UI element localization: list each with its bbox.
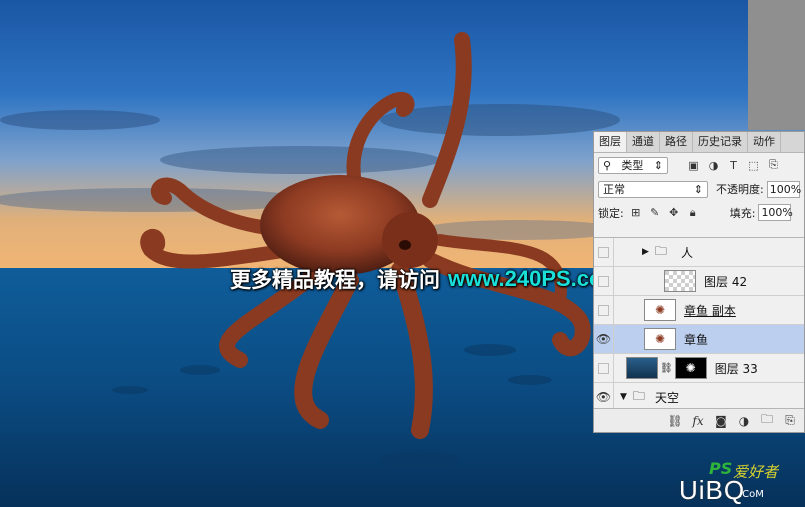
blend-mode-label: 正常 [603, 183, 625, 196]
promo-banner: 更多精品教程，请访问 www.240PS.com [230, 262, 622, 296]
panel-bottom-bar: ⛓ fx ◙ ◑ 🗀 ⎘ [594, 408, 804, 432]
mask-shape-icon: ✺ [685, 361, 696, 375]
tab-channels[interactable]: 通道 [627, 132, 660, 152]
layer-thumbnail [664, 270, 696, 292]
blend-mode-select[interactable]: 正常 ⇕ [598, 180, 708, 198]
octopus-thumb-icon: ✺ [654, 332, 666, 346]
image-filter-icon[interactable]: ▣ [686, 158, 701, 173]
layer-name: 章鱼 副本 [684, 303, 736, 318]
canvas-gray-edge [748, 0, 805, 130]
octopus-thumb-icon: ✺ [654, 303, 666, 317]
smart-object-filter-icon[interactable]: ⎘ [766, 158, 781, 173]
fill-input[interactable]: 100% [758, 204, 793, 221]
layer-name: 章鱼 [684, 332, 709, 347]
chevron-updown-icon: ⇕ [693, 182, 703, 196]
visibility-toggle[interactable] [594, 354, 614, 382]
hidden-box-icon [598, 362, 609, 374]
new-group-icon[interactable]: 🗀 [759, 412, 775, 429]
visibility-toggle[interactable]: 👁︎ [594, 383, 614, 410]
lock-all-icon[interactable]: 🔒︎ [686, 206, 700, 220]
watermark: PS 爱好者 UiBQ .CoM [639, 459, 799, 505]
eye-icon: 👁︎ [595, 390, 612, 404]
fx-icon[interactable]: fx [690, 413, 706, 429]
visibility-toggle[interactable] [594, 238, 614, 266]
blend-row: 正常 ⇕ 不透明度: 100% [594, 177, 804, 201]
folder-icon: 🗀 [654, 243, 667, 258]
watermark-brand: UiBQ [679, 475, 746, 505]
layer-row-person-group[interactable]: ▶ 🗀 人 [594, 238, 804, 267]
filter-row: ⚲ 类型 ⇕ ▣ ◑ T ⬚ ⎘ [594, 153, 804, 177]
lock-row: 锁定: ⊞ ✎ ✥ 🔒︎ 填充: 100% [594, 201, 804, 224]
tab-history[interactable]: 历史记录 [693, 132, 748, 152]
visibility-toggle[interactable] [594, 296, 614, 324]
layers-list: ▶ 🗀 人 图层 42 ✺ 章鱼 副本 👁︎ ✺ 章鱼 ⛓ ✺ 图层 33 👁︎ [594, 237, 804, 410]
eye-icon: 👁︎ [595, 332, 612, 346]
adjustment-layer-icon[interactable]: ◑ [736, 413, 752, 429]
layers-panel: 图层 通道 路径 历史记录 动作 ⚲ 类型 ⇕ ▣ ◑ T ⬚ ⎘ 正常 ⇕ 不… [593, 131, 805, 433]
new-layer-icon[interactable]: ⎘ [782, 413, 798, 429]
collapse-arrow-icon[interactable]: ▼ [620, 392, 627, 402]
visibility-toggle[interactable] [594, 267, 614, 295]
filter-kind-select[interactable]: ⚲ 类型 ⇕ [598, 156, 668, 174]
layer-row-layer-42[interactable]: 图层 42 [594, 267, 804, 296]
layer-name: 图层 33 [714, 361, 758, 376]
adjustment-filter-icon[interactable]: ◑ [706, 158, 721, 173]
lock-transparent-icon[interactable]: ⊞ [629, 206, 643, 220]
layer-name: 图层 42 [704, 274, 748, 289]
layer-row-layer-33[interactable]: ⛓ ✺ 图层 33 [594, 354, 804, 383]
layer-row-octopus[interactable]: 👁︎ ✺ 章鱼 [594, 325, 804, 354]
chevron-updown-icon: ⇕ [653, 158, 663, 172]
banner-text: 更多精品教程，请访问 [230, 268, 440, 292]
link-chain-icon[interactable]: ⛓ [660, 363, 673, 374]
watermark-suffix: .CoM [739, 489, 764, 500]
link-layers-icon[interactable]: ⛓ [667, 413, 683, 429]
panel-tabs: 图层 通道 路径 历史记录 动作 [594, 132, 804, 153]
hidden-box-icon [598, 275, 609, 287]
filter-kind-label: 类型 [621, 159, 644, 172]
type-filter-icon[interactable]: T [726, 158, 741, 173]
tab-actions[interactable]: 动作 [748, 132, 781, 152]
lock-pixels-icon[interactable]: ✎ [648, 206, 662, 220]
search-icon: ⚲ [603, 158, 612, 172]
layer-mask-thumbnail[interactable]: ✺ [674, 357, 707, 379]
expand-arrow-icon[interactable]: ▶ [642, 247, 649, 257]
layer-name: 人 [680, 245, 693, 260]
fill-label: 填充: [729, 206, 756, 220]
opacity-input[interactable]: 100% [766, 180, 801, 198]
layer-row-sky-group[interactable]: 👁︎ ▼ 🗀 天空 [594, 383, 804, 410]
layer-name: 天空 [654, 390, 679, 405]
add-mask-icon[interactable]: ◙ [713, 413, 729, 429]
tab-layers[interactable]: 图层 [594, 132, 627, 152]
layer-thumbnail: ✺ [644, 299, 676, 321]
layer-thumbnail: ✺ [644, 328, 676, 350]
opacity-label: 不透明度: [716, 183, 764, 196]
lock-label: 锁定: [598, 206, 624, 220]
hidden-box-icon [598, 304, 609, 316]
lock-position-icon[interactable]: ✥ [667, 206, 681, 220]
folder-icon: 🗀 [632, 388, 645, 403]
hidden-box-icon [598, 246, 609, 258]
layer-thumbnail [626, 357, 658, 379]
shape-filter-icon[interactable]: ⬚ [746, 158, 761, 173]
visibility-toggle[interactable]: 👁︎ [594, 325, 614, 353]
layer-row-octopus-copy[interactable]: ✺ 章鱼 副本 [594, 296, 804, 325]
tab-paths[interactable]: 路径 [660, 132, 693, 152]
